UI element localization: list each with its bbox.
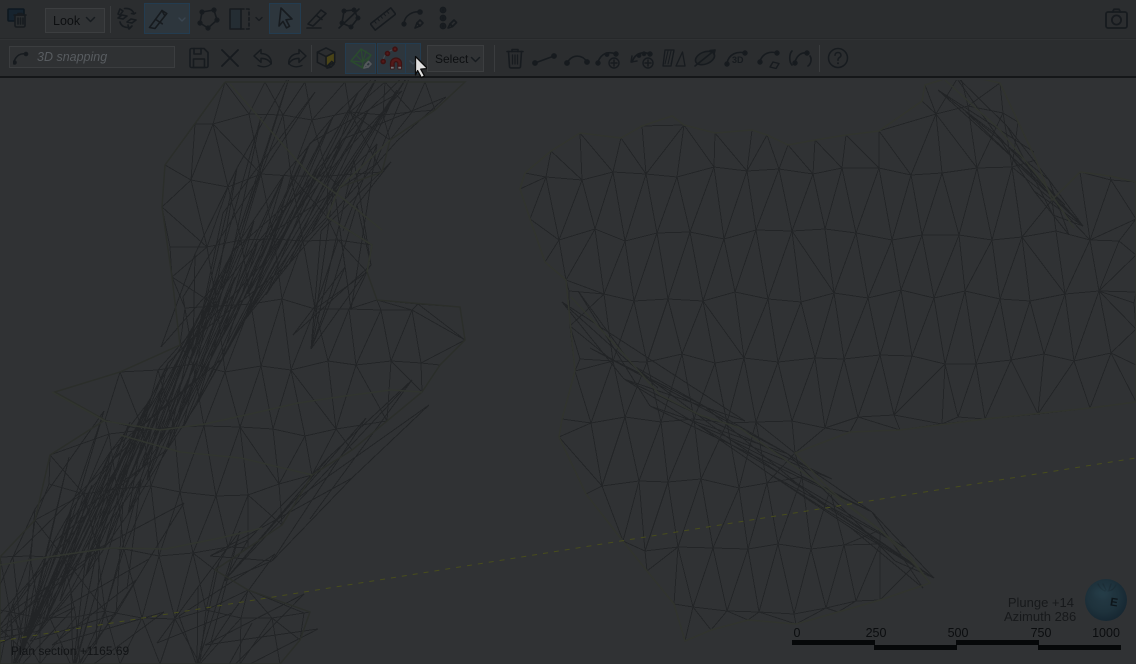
svg-text:3D: 3D <box>732 55 744 65</box>
